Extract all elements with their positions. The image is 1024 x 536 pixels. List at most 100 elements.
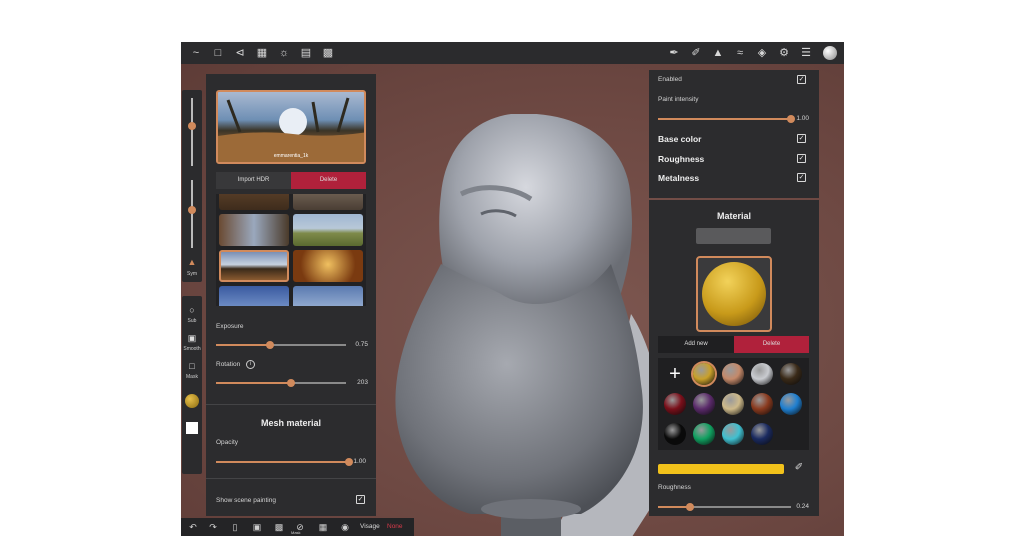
mesh-material-title: Mesh material bbox=[260, 418, 322, 428]
smooth-icon[interactable]: ▣ bbox=[186, 332, 198, 344]
sliders-icon[interactable]: ☰ bbox=[799, 46, 813, 60]
redo-icon[interactable]: ↷ bbox=[207, 521, 219, 533]
rotation-slider-knob[interactable] bbox=[287, 379, 295, 387]
paint-intensity-label: Paint intensity bbox=[658, 96, 699, 103]
color-swatch-white[interactable] bbox=[186, 422, 198, 434]
base-color-label: Base color bbox=[658, 134, 702, 144]
material-action-button[interactable] bbox=[696, 228, 771, 244]
material-swatch[interactable] bbox=[751, 423, 773, 445]
scene-icon[interactable]: ⊲ bbox=[233, 46, 247, 60]
hdr-caption: emmarentia_1k bbox=[273, 153, 309, 159]
bottom-toolbar: ↶ ↷ ▯ ▣ ▩ ⊘ Mask ▦ ◉ Visage None bbox=[181, 518, 414, 536]
hdr-thumb[interactable] bbox=[219, 286, 289, 306]
add-new-material-button[interactable]: Add new bbox=[658, 336, 734, 353]
show-scene-painting-checkbox[interactable]: ✓ bbox=[356, 495, 365, 504]
enabled-checkbox[interactable]: ✓ bbox=[797, 75, 806, 84]
record-icon[interactable]: ▩ bbox=[273, 521, 285, 533]
exposure-slider[interactable] bbox=[216, 341, 346, 349]
exposure-slider-knob[interactable] bbox=[266, 341, 274, 349]
material-swatch[interactable] bbox=[722, 393, 744, 415]
exposure-label: Exposure bbox=[216, 323, 244, 330]
app-logo-icon[interactable]: ~ bbox=[189, 46, 203, 60]
material-swatch[interactable] bbox=[780, 393, 802, 415]
paint-panel: Enabled ✓ Paint intensity 1.00 Base colo… bbox=[649, 70, 819, 198]
intensity-slider-knob[interactable] bbox=[188, 206, 196, 214]
material-color-swatch[interactable] bbox=[185, 394, 199, 408]
sculpt-model[interactable] bbox=[381, 114, 671, 536]
gear-icon[interactable]: ⚙ bbox=[777, 46, 791, 60]
material-swatch[interactable] bbox=[722, 363, 744, 385]
info-icon[interactable]: i bbox=[246, 360, 255, 369]
visage-value[interactable]: None bbox=[387, 523, 403, 530]
opacity-slider[interactable] bbox=[216, 458, 353, 466]
light-icon[interactable]: ☼ bbox=[277, 46, 291, 60]
screenshot-icon[interactable]: ▣ bbox=[251, 521, 263, 533]
metalness-label: Metalness bbox=[658, 173, 700, 183]
add-material-icon[interactable]: + bbox=[664, 363, 686, 385]
material-swatch-selected[interactable] bbox=[693, 363, 715, 385]
rotation-slider[interactable] bbox=[216, 379, 346, 387]
intensity-slider[interactable] bbox=[188, 180, 196, 248]
avatar-icon[interactable] bbox=[823, 46, 837, 60]
material-swatch[interactable] bbox=[722, 423, 744, 445]
material-swatch[interactable] bbox=[693, 423, 715, 445]
material-swatch[interactable] bbox=[664, 423, 686, 445]
material-swatch[interactable] bbox=[751, 393, 773, 415]
opacity-value: 1.00 bbox=[353, 458, 366, 465]
wireframe-icon[interactable]: ▦ bbox=[317, 521, 329, 533]
paint-intensity-slider[interactable] bbox=[658, 115, 795, 123]
brush-icon[interactable]: ✒ bbox=[667, 46, 681, 60]
undo-icon[interactable]: ↶ bbox=[187, 521, 199, 533]
material-swatch[interactable] bbox=[693, 393, 715, 415]
material-preview[interactable] bbox=[696, 256, 772, 332]
environment-panel: emmarentia_1k Import HDR Delete Exposure… bbox=[206, 74, 376, 516]
delete-hdr-button[interactable]: Delete bbox=[291, 172, 366, 189]
hdr-thumb[interactable] bbox=[293, 214, 363, 246]
phone-icon[interactable]: ▯ bbox=[229, 521, 241, 533]
grid-icon[interactable]: ▦ bbox=[255, 46, 269, 60]
hdr-thumb[interactable] bbox=[219, 214, 289, 246]
material-swatch[interactable] bbox=[664, 393, 686, 415]
folder-icon[interactable]: □ bbox=[211, 46, 225, 60]
hdr-thumb[interactable] bbox=[293, 250, 363, 282]
eyedropper-icon[interactable]: ✐ bbox=[793, 462, 805, 474]
hdr-preview[interactable]: emmarentia_1k bbox=[216, 90, 366, 164]
metalness-checkbox[interactable]: ✓ bbox=[797, 173, 806, 182]
material-library: + bbox=[658, 358, 809, 450]
radius-slider[interactable] bbox=[188, 98, 196, 166]
delete-material-button[interactable]: Delete bbox=[734, 336, 809, 353]
material-swatch[interactable] bbox=[751, 363, 773, 385]
stroke-icon[interactable]: ≈ bbox=[733, 46, 747, 60]
triangle-icon[interactable]: ▲ bbox=[711, 46, 725, 60]
base-color-bar[interactable] bbox=[658, 464, 784, 474]
roughness-label: Roughness bbox=[658, 484, 691, 491]
camera-icon[interactable]: ▩ bbox=[321, 46, 335, 60]
hdr-thumb[interactable] bbox=[293, 194, 363, 210]
symmetry-icon[interactable]: ▲ bbox=[186, 256, 198, 268]
radius-slider-knob[interactable] bbox=[188, 122, 196, 130]
show-scene-painting-label: Show scene painting bbox=[216, 497, 276, 504]
sub-label: Sub bbox=[187, 318, 197, 324]
import-hdr-button[interactable]: Import HDR bbox=[216, 172, 291, 189]
roughness-slider[interactable] bbox=[658, 503, 791, 511]
hdr-thumb[interactable] bbox=[293, 286, 363, 306]
top-toolbar: ~ □ ⊲ ▦ ☼ ▤ ▩ ✒ ✐ ▲ ≈ ◈ ⚙ ☰ bbox=[181, 42, 844, 64]
visage-label[interactable]: Visage bbox=[360, 523, 380, 530]
sub-icon[interactable]: ○ bbox=[186, 304, 198, 316]
hdr-thumb[interactable] bbox=[219, 194, 289, 210]
hdr-thumb-selected[interactable] bbox=[219, 250, 289, 282]
image-icon[interactable]: ▤ bbox=[299, 46, 313, 60]
smooth-label: Smooth bbox=[183, 346, 201, 352]
mask-icon[interactable]: □ bbox=[186, 360, 198, 372]
material-swatch[interactable] bbox=[780, 363, 802, 385]
pen-icon[interactable]: ✐ bbox=[689, 46, 703, 60]
roughness-checkbox[interactable]: ✓ bbox=[797, 154, 806, 163]
layers-icon[interactable]: ◈ bbox=[755, 46, 769, 60]
brush-settings-block: ▲ Sym bbox=[182, 90, 202, 282]
base-color-checkbox[interactable]: ✓ bbox=[797, 134, 806, 143]
left-tool-strip: ▲ Sym ○ Sub ▣ Smooth □ Mask bbox=[181, 90, 203, 474]
roughness-slider-knob[interactable] bbox=[686, 503, 694, 511]
hdr-gallery bbox=[216, 194, 366, 306]
matcap-icon[interactable]: ◉ bbox=[339, 521, 351, 533]
tool-buttons-block: ○ Sub ▣ Smooth □ Mask bbox=[182, 296, 202, 474]
